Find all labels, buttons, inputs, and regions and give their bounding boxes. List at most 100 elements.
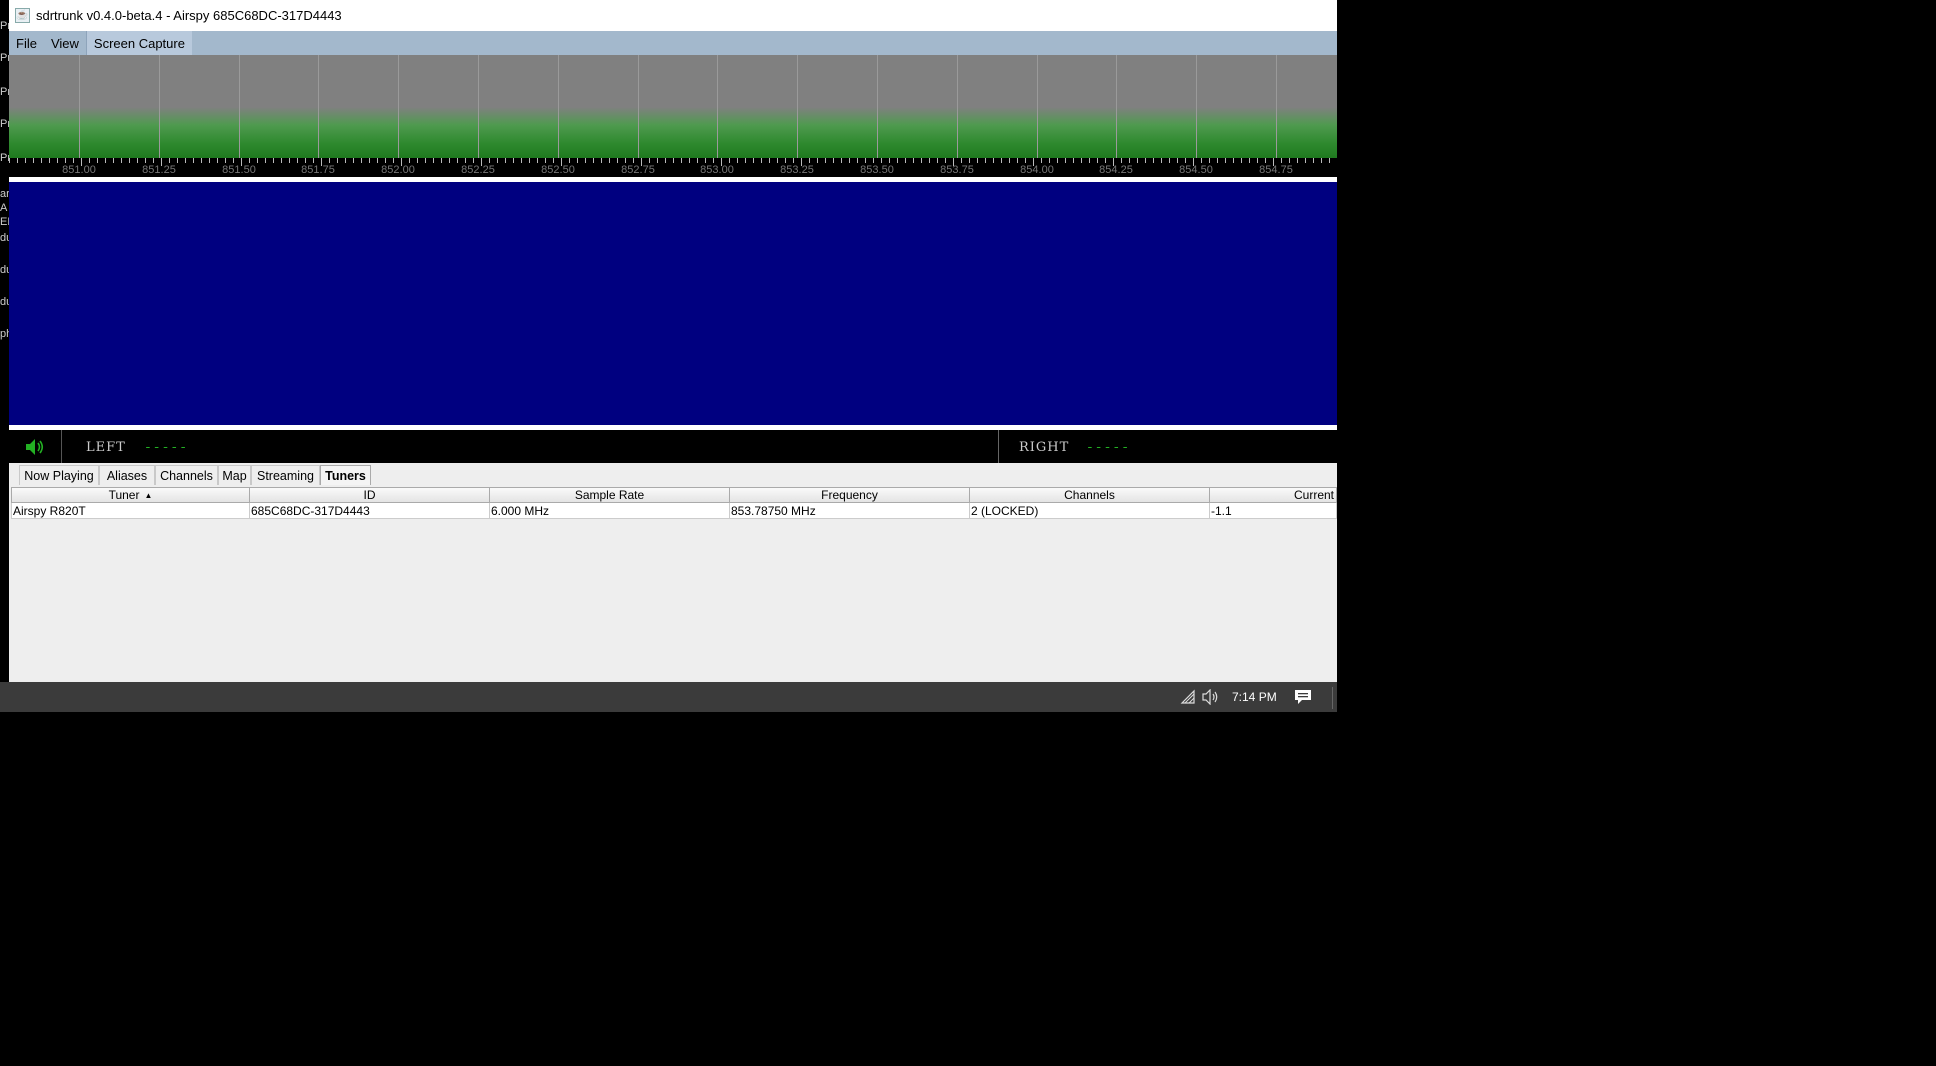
frequency-tick bbox=[1001, 158, 1002, 163]
frequency-tick bbox=[689, 158, 690, 163]
frequency-tick bbox=[569, 158, 570, 163]
frequency-tick bbox=[217, 158, 218, 163]
frequency-tick bbox=[321, 158, 322, 166]
cell-current: -1.1 bbox=[1210, 503, 1337, 519]
frequency-tick bbox=[353, 158, 354, 163]
tab-tuners[interactable]: Tuners bbox=[320, 465, 371, 485]
frequency-tick bbox=[305, 158, 306, 163]
frequency-tick bbox=[1073, 158, 1074, 163]
frequency-tick bbox=[841, 158, 842, 163]
frequency-tick bbox=[273, 158, 274, 163]
title-bar[interactable]: ☕ sdrtrunk v0.4.0-beta.4 - Airspy 685C68… bbox=[9, 0, 1337, 31]
frequency-tick bbox=[953, 158, 954, 166]
frequency-label: 852.25 bbox=[461, 164, 495, 176]
frequency-tick bbox=[1129, 158, 1130, 163]
frequency-tick bbox=[761, 158, 762, 163]
tab-streaming[interactable]: Streaming bbox=[251, 465, 320, 485]
frequency-tick bbox=[401, 158, 402, 166]
column-header-sample-rate[interactable]: Sample Rate bbox=[490, 487, 730, 503]
column-header-tuner[interactable]: Tuner ▲ bbox=[11, 487, 250, 503]
frequency-tick bbox=[793, 158, 794, 163]
tuners-table-panel: Tuner ▲ ID Sample Rate Frequency Channel… bbox=[9, 485, 1337, 682]
tab-channels[interactable]: Channels bbox=[155, 465, 218, 485]
frequency-label: 853.75 bbox=[940, 164, 974, 176]
menu-screen-capture[interactable]: Screen Capture bbox=[85, 31, 192, 55]
frequency-tick bbox=[1281, 158, 1282, 163]
frequency-tick bbox=[1217, 158, 1218, 163]
frequency-tick bbox=[313, 158, 314, 163]
column-header-frequency[interactable]: Frequency bbox=[730, 487, 970, 503]
table-row[interactable]: Airspy R820T 685C68DC-317D4443 6.000 MHz… bbox=[11, 503, 1337, 519]
cell-tuner: Airspy R820T bbox=[11, 503, 250, 519]
frequency-tick bbox=[169, 158, 170, 163]
column-header-channels[interactable]: Channels bbox=[970, 487, 1210, 503]
spectrum-gridline bbox=[398, 55, 399, 158]
frequency-tick bbox=[1153, 158, 1154, 163]
notification-icon[interactable] bbox=[1294, 689, 1312, 708]
frequency-tick bbox=[601, 158, 602, 163]
table-header: Tuner ▲ ID Sample Rate Frequency Channel… bbox=[11, 487, 1337, 503]
cell-channels: 2 (LOCKED) bbox=[970, 503, 1210, 519]
frequency-tick bbox=[113, 158, 114, 163]
frequency-tick bbox=[249, 158, 250, 163]
frequency-tick bbox=[1049, 158, 1050, 163]
speaker-icon bbox=[26, 438, 44, 455]
frequency-tick bbox=[513, 158, 514, 163]
frequency-tick bbox=[409, 158, 410, 163]
spectrum-gridline bbox=[558, 55, 559, 158]
frequency-tick bbox=[1257, 158, 1258, 163]
frequency-tick bbox=[241, 158, 242, 166]
frequency-tick bbox=[193, 158, 194, 163]
frequency-tick bbox=[1009, 158, 1010, 163]
network-icon[interactable] bbox=[1180, 689, 1196, 708]
frequency-tick bbox=[889, 158, 890, 163]
column-header-current[interactable]: Current bbox=[1210, 487, 1337, 503]
column-header-id[interactable]: ID bbox=[250, 487, 490, 503]
volume-icon[interactable] bbox=[1202, 688, 1220, 708]
tab-map[interactable]: Map bbox=[218, 465, 251, 485]
tab-aliases[interactable]: Aliases bbox=[99, 465, 155, 485]
frequency-tick bbox=[545, 158, 546, 163]
show-desktop-divider[interactable] bbox=[1332, 687, 1333, 709]
frequency-tick bbox=[633, 158, 634, 163]
frequency-label: 851.75 bbox=[301, 164, 335, 176]
frequency-tick bbox=[577, 158, 578, 163]
frequency-tick bbox=[457, 158, 458, 163]
spectrum-gridline bbox=[1037, 55, 1038, 158]
frequency-tick bbox=[1169, 158, 1170, 163]
tab-now-playing[interactable]: Now Playing bbox=[19, 465, 99, 485]
spectrum-display[interactable] bbox=[9, 55, 1337, 158]
frequency-tick bbox=[681, 158, 682, 163]
frequency-tick bbox=[417, 158, 418, 163]
frequency-tick bbox=[225, 158, 226, 163]
frequency-label: 854.50 bbox=[1179, 164, 1213, 176]
frequency-label: 853.00 bbox=[700, 164, 734, 176]
frequency-tick bbox=[873, 158, 874, 163]
frequency-tick bbox=[905, 158, 906, 163]
frequency-tick bbox=[617, 158, 618, 163]
frequency-tick bbox=[849, 158, 850, 163]
taskbar: 7:14 PM bbox=[0, 682, 1337, 712]
frequency-tick bbox=[1273, 158, 1274, 166]
frequency-tick bbox=[425, 158, 426, 163]
frequency-tick bbox=[1177, 158, 1178, 163]
menu-file[interactable]: File bbox=[9, 31, 44, 55]
frequency-tick bbox=[1017, 158, 1018, 163]
frequency-tick bbox=[721, 158, 722, 166]
waterfall-display[interactable] bbox=[9, 182, 1337, 425]
cell-sample-rate: 6.000 MHz bbox=[490, 503, 730, 519]
frequency-label: 853.50 bbox=[860, 164, 894, 176]
frequency-tick bbox=[497, 158, 498, 163]
frequency-tick bbox=[161, 158, 162, 166]
frequency-tick bbox=[265, 158, 266, 163]
menu-view[interactable]: View bbox=[44, 31, 86, 55]
frequency-tick bbox=[1105, 158, 1106, 163]
frequency-tick bbox=[857, 158, 858, 163]
frequency-tick bbox=[561, 158, 562, 166]
frequency-tick bbox=[385, 158, 386, 163]
frequency-tick bbox=[993, 158, 994, 163]
frequency-tick bbox=[1121, 158, 1122, 163]
clock[interactable]: 7:14 PM bbox=[1232, 690, 1277, 704]
mute-button[interactable] bbox=[9, 430, 62, 463]
frequency-tick bbox=[529, 158, 530, 163]
